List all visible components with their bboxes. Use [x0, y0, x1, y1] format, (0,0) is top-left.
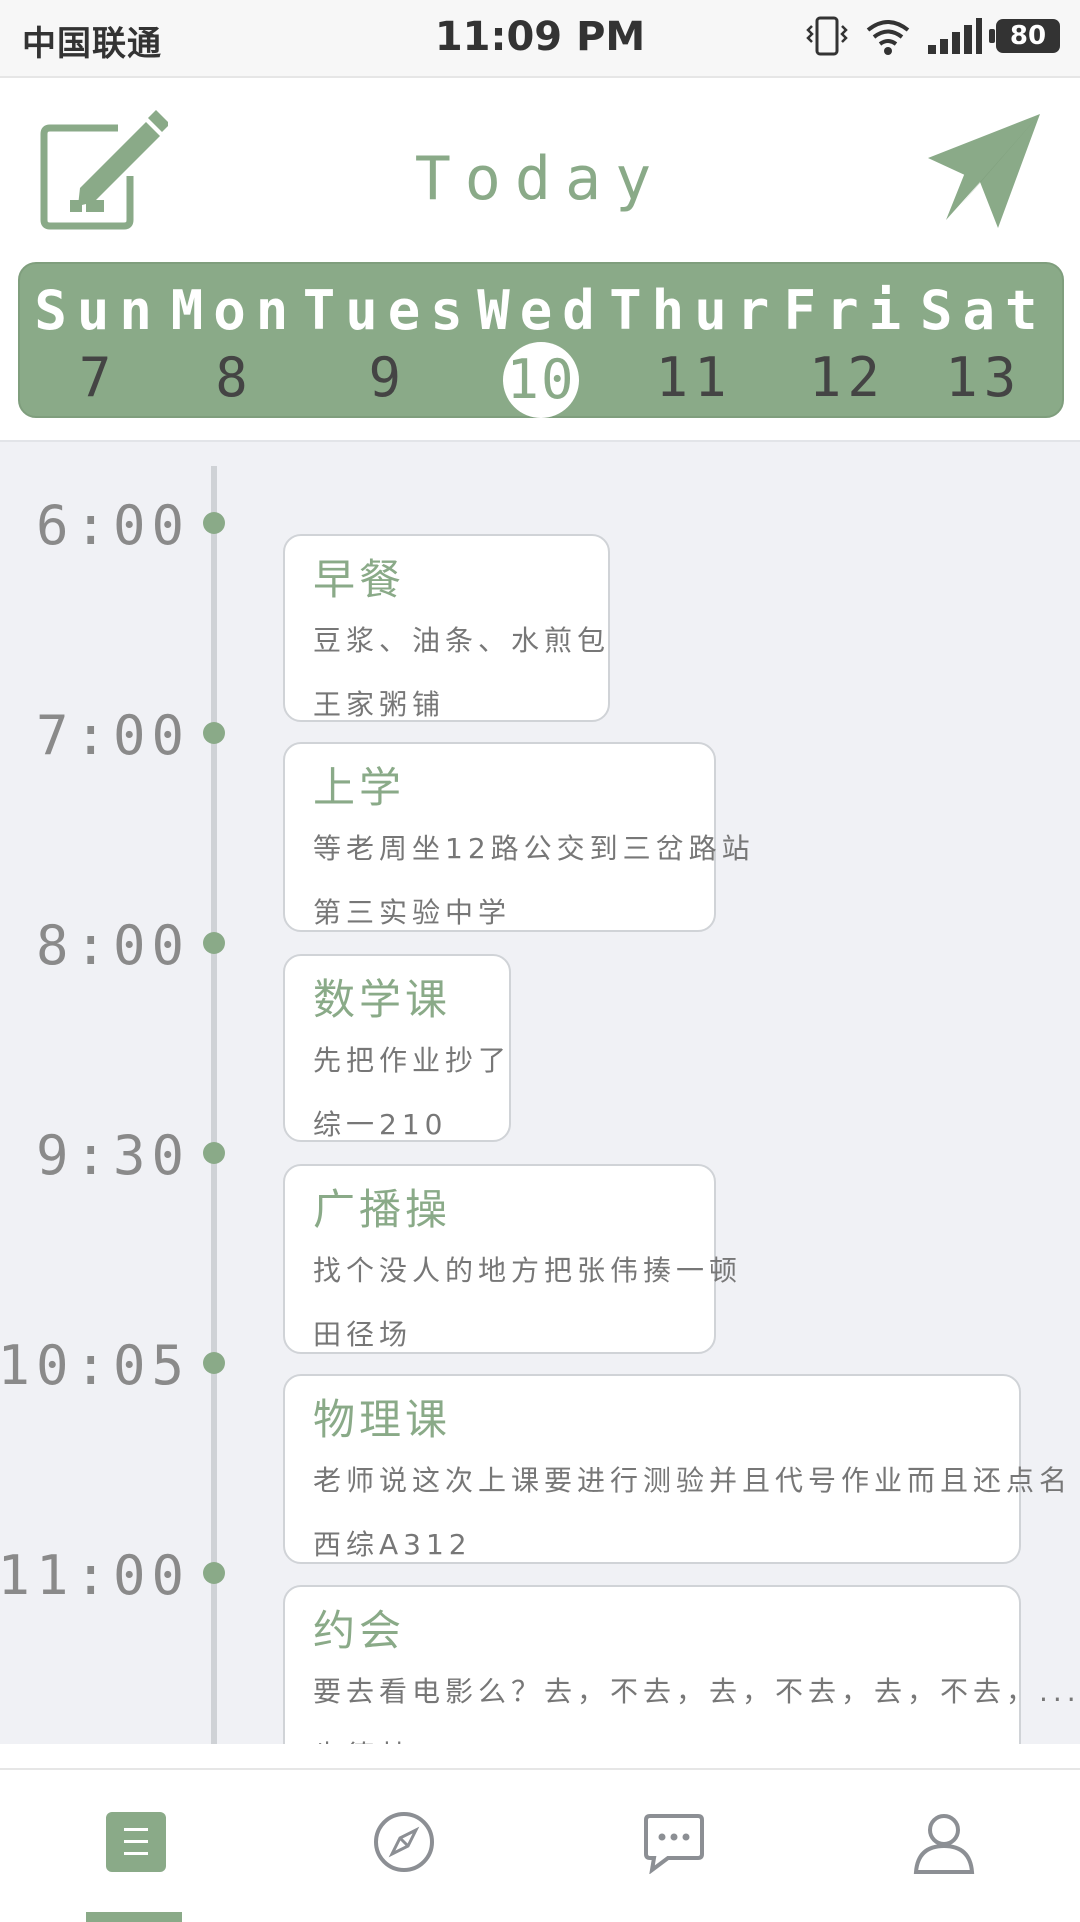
time-dot — [203, 1142, 225, 1164]
event-card[interactable]: 约会 要去看电影么？去，不去，去，不去，去，不去，... 肯德基 — [283, 1585, 1080, 1744]
wifi-icon — [866, 20, 910, 55]
event-card[interactable]: 早餐 豆浆、油条、水煎包 王家粥铺 — [283, 534, 610, 722]
time-label: 9:30 — [35, 1124, 190, 1187]
day-name: Mon — [170, 279, 299, 342]
event-description: 豆浆、油条、水煎包 — [313, 624, 611, 657]
event-card[interactable]: 广播操 找个没人的地方把张伟揍一顿 田径场 — [283, 1164, 743, 1354]
bottom-navigation — [0, 1768, 1080, 1922]
day-number: 11 — [655, 346, 733, 409]
event-location: 田径场 — [313, 1318, 413, 1351]
day-name: Sat — [920, 279, 1048, 342]
event-description: 先把作业抄了 — [313, 1044, 512, 1077]
header: Today — [0, 78, 1080, 258]
day-number: 13 — [945, 346, 1023, 409]
event-card[interactable]: 上学 等老周坐12路公交到三岔路站 第三实验中学 — [283, 742, 755, 932]
event-card[interactable]: 物理课 老师说这次上课要进行测验并且代号作业而且还点名 西综A312 — [283, 1374, 1073, 1564]
status-bar: 中国联通 11:09 PM 80 — [0, 0, 1080, 78]
time-dot — [203, 932, 225, 954]
event-description: 要去看电影么？去，不去，去，不去，去，不去，... — [313, 1675, 1080, 1708]
schedule-timeline[interactable]: 6:00 7:00 8:00 9:30 10:05 11:00 早餐 豆浆、油条… — [0, 442, 1080, 1744]
status-icons: 80 — [804, 14, 1060, 58]
day-sat[interactable]: Sat 13 — [916, 264, 1052, 416]
event-title: 数学课 — [313, 975, 452, 1024]
signal-icon — [928, 18, 982, 54]
active-tab-indicator — [86, 1912, 182, 1922]
time-label: 6:00 — [35, 494, 190, 557]
event-location: 综一210 — [313, 1108, 448, 1141]
time-label: 10:05 — [0, 1334, 190, 1397]
time-dot — [203, 722, 225, 744]
time-label: 8:00 — [35, 914, 190, 977]
event-title: 物理课 — [313, 1395, 452, 1444]
day-number-selected: 10 — [502, 342, 579, 418]
day-tue[interactable]: Tues 9 — [303, 264, 473, 416]
time-dot — [203, 1352, 225, 1374]
time-dot — [203, 512, 225, 534]
day-sun[interactable]: Sun 7 — [30, 264, 166, 416]
day-wed[interactable]: Wed 10 — [473, 264, 609, 418]
event-description: 老师说这次上课要进行测验并且代号作业而且还点名 — [313, 1464, 1073, 1497]
event-title: 上学 — [313, 763, 406, 812]
week-selector: Sun 7 Mon 8 Tues 9 Wed 10 Thur 11 Fri 12… — [18, 262, 1064, 418]
timeline-axis — [211, 466, 217, 1744]
day-mon[interactable]: Mon 8 — [166, 264, 302, 416]
event-location: 第三实验中学 — [313, 896, 512, 929]
event-description: 找个没人的地方把张伟揍一顿 — [313, 1254, 743, 1287]
battery-indicator: 80 — [989, 19, 1060, 53]
event-title: 早餐 — [313, 555, 406, 604]
day-name: Tues — [302, 279, 473, 342]
event-title: 约会 — [313, 1606, 406, 1655]
event-description: 等老周坐12路公交到三岔路站 — [313, 832, 755, 865]
day-number: 9 — [368, 346, 408, 409]
list-icon[interactable] — [104, 1810, 184, 1890]
day-name: Thur — [609, 279, 780, 342]
event-title: 广播操 — [313, 1185, 452, 1234]
event-card[interactable]: 数学课 先把作业抄了 综一210 — [283, 954, 511, 1142]
event-location: 王家粥铺 — [313, 688, 446, 721]
user-icon[interactable] — [912, 1810, 992, 1890]
time-label: 7:00 — [35, 704, 190, 767]
day-number: 12 — [808, 346, 886, 409]
day-number: 8 — [215, 346, 254, 409]
time-dot — [203, 1562, 225, 1584]
day-thu[interactable]: Thur 11 — [609, 264, 779, 416]
send-icon[interactable] — [926, 110, 1044, 234]
day-name: Fri — [783, 279, 912, 342]
day-name: Wed — [477, 279, 605, 342]
day-name: Sun — [34, 279, 162, 342]
compass-icon[interactable] — [372, 1810, 452, 1890]
vibrate-icon — [806, 16, 848, 56]
event-location: 肯德基 — [313, 1734, 997, 1744]
event-location: 西综A312 — [313, 1528, 472, 1561]
day-fri[interactable]: Fri 12 — [779, 264, 915, 416]
time-label: 11:00 — [0, 1544, 190, 1607]
chat-icon[interactable] — [642, 1810, 722, 1890]
day-number: 7 — [78, 346, 118, 409]
page-title: Today — [414, 144, 666, 214]
